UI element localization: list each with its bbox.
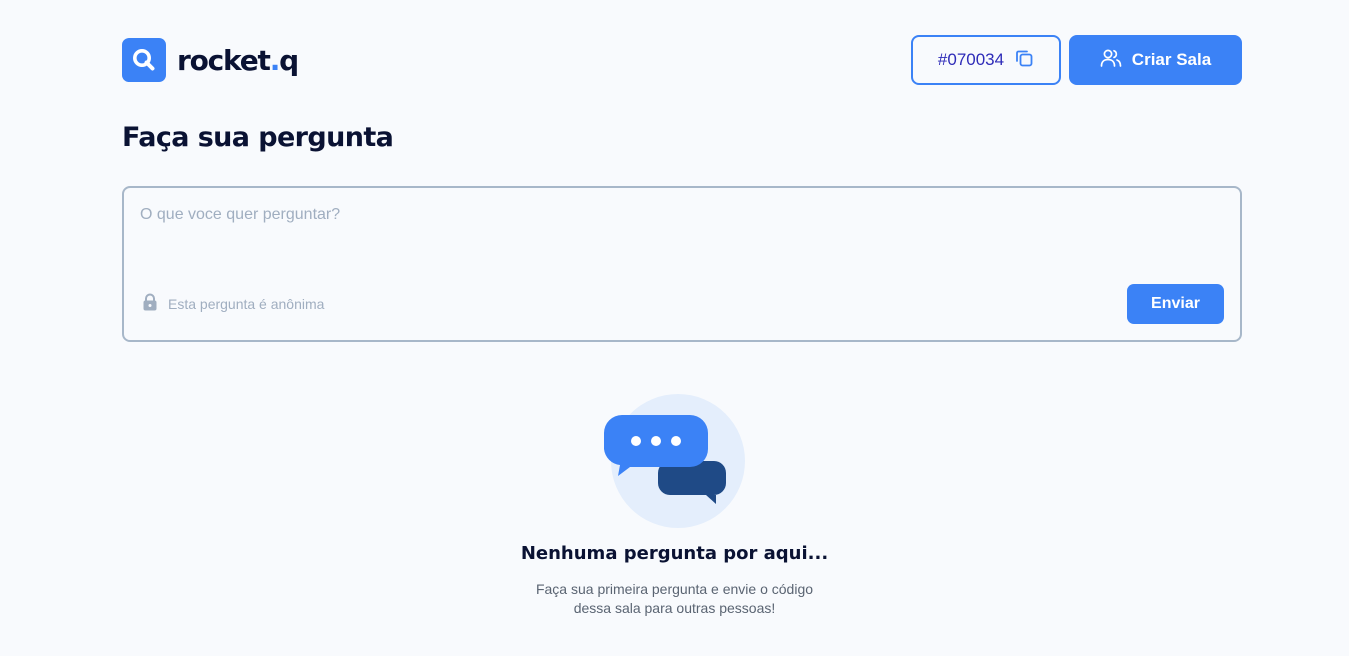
send-button[interactable]: Enviar	[1127, 284, 1224, 324]
logo[interactable]: rocket.q	[122, 38, 299, 82]
header: rocket.q #070034 Criar Sala	[122, 35, 1242, 85]
room-code-label: #070034	[937, 50, 1005, 69]
chat-bubbles-icon	[602, 393, 748, 529]
lock-icon	[142, 293, 158, 314]
question-input[interactable]	[140, 206, 1220, 262]
anonymous-note: Esta pergunta é anônima	[142, 293, 324, 314]
copy-icon	[1014, 48, 1034, 73]
empty-state-description: Faça sua primeira pergunta e envie o cód…	[535, 581, 814, 616]
logo-text: rocket.q	[177, 43, 299, 77]
header-actions: #070034 Criar Sala	[911, 35, 1242, 85]
empty-state-title: Nenhuma pergunta por aqui...	[520, 543, 829, 564]
users-icon	[1100, 48, 1122, 73]
room-code-button[interactable]: #070034	[911, 35, 1061, 85]
question-form: Esta pergunta é anônima Enviar	[122, 186, 1242, 342]
create-room-label: Criar Sala	[1131, 50, 1212, 69]
page-title: Faça sua pergunta	[122, 122, 394, 153]
search-magnifier-icon	[122, 38, 166, 82]
anonymous-label: Esta pergunta é anônima	[168, 295, 325, 312]
create-room-button[interactable]: Criar Sala	[1069, 35, 1242, 85]
empty-state: Nenhuma pergunta por aqui... Faça sua pr…	[0, 393, 1349, 618]
